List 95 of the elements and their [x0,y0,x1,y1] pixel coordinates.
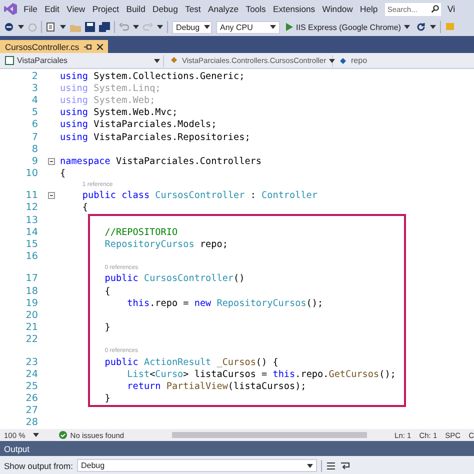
code-editor[interactable] [0,69,474,429]
line-number: 6 [30,119,39,130]
line-number: 25 [24,380,39,392]
save-icon[interactable] [85,22,95,32]
line-number: 12 [24,202,39,214]
member-dropdown[interactable]: repo [336,54,370,66]
menu-item[interactable]: View [63,4,89,14]
code-line: public CursosController() [104,273,245,284]
collapse-icon[interactable] [48,158,54,165]
menu-item[interactable]: Extensions [269,4,319,14]
menu-label[interactable]: Vi [447,4,456,14]
code-line: namespace VistaParciales.Controllers [60,156,262,167]
code-line: using System.Linq; [60,82,161,94]
horizontal-scrollbar[interactable] [172,432,367,438]
code-line: using VistaParciales.Models; [60,119,217,130]
caret-icon [204,25,210,29]
code-line: RepositoryCursos repo; [104,239,228,250]
code-line: //REPOSITORIO [104,226,178,238]
word-wrap-icon[interactable] [340,460,350,470]
output-source-dropdown[interactable]: Debug [76,459,317,472]
code-line: using VistaParciales.Repositories; [60,132,250,143]
menu-item[interactable]: Edit [41,4,64,14]
caret-icon [430,25,436,29]
line-number: 13 [24,214,39,226]
caret-icon [157,25,163,29]
menu-item[interactable]: Debug [148,4,182,14]
line-number: 9 [30,156,39,167]
line-number: 19 [24,298,39,309]
code-line: return PartialView(listaCursos); [126,380,306,392]
line-number: 22 [24,334,39,346]
code-line: } [104,322,110,334]
line-number: 8 [30,144,39,155]
line-number: 5 [30,107,39,118]
line-number: 7 [30,132,39,143]
line-number: 27 [24,405,39,416]
menu-item[interactable]: Test [181,4,204,14]
line-number: 17 [24,273,39,284]
code-line: using System.Collections.Generic; [60,70,245,82]
line-number: 24 [24,368,39,380]
caret-icon [33,433,40,437]
caret-icon [154,58,160,62]
line-number: 23 [24,356,39,368]
line-number: 20 [24,310,39,321]
caret-icon [404,25,410,29]
line-number: 18 [24,286,39,297]
collapse-icon[interactable] [48,192,54,200]
line-number: 14 [24,226,39,238]
panel-title: Output [4,444,30,454]
file-tab[interactable]: CursosController.cs [0,40,108,53]
search-icon [431,5,440,13]
caret-icon [133,25,139,29]
caret-icon [60,25,66,29]
line-number: 11 [24,190,39,202]
run-button[interactable]: IIS Express (Google Chrome) [284,22,412,32]
code-line: public class CursosController : Controller [81,190,318,202]
code-line: public ActionResult _Cursos() { [104,356,278,368]
caret-icon [270,25,276,29]
source-label: Show output from: [4,460,73,470]
line-number: 10 [24,168,39,180]
code-line: { [60,168,66,180]
menu-item[interactable]: Tools [242,4,270,14]
line-number: 4 [30,94,39,106]
play-icon [286,23,293,31]
project-dropdown[interactable]: VistaParciales [2,54,164,66]
code-line: List<Curso> listaCursos = this.repo.GetCursos(); [126,368,396,380]
caret-icon [329,58,336,62]
menu-item[interactable]: Project [88,4,123,14]
code-line: using System.Web; [60,94,156,106]
configuration-dropdown[interactable]: Debug [172,20,212,34]
line-number: 3 [30,82,39,94]
menu-item[interactable]: Build [122,4,149,14]
code-line: { [104,286,110,297]
refresh-icon[interactable] [416,22,426,32]
close-icon[interactable] [97,44,104,50]
menu-item[interactable]: Window [318,4,356,14]
caret-icon [18,25,24,29]
menu-item[interactable]: Help [356,4,382,14]
pin-icon[interactable] [84,44,92,50]
platform-dropdown[interactable]: Any CPU [216,20,280,34]
line-number: 2 [30,70,39,82]
clear-icon[interactable] [326,460,336,470]
code-line: this.repo = new RepositoryCursos(); [126,298,324,309]
code-line: { [81,202,88,214]
line-number: 26 [24,393,39,404]
line-number: 16 [24,251,39,262]
menu-item[interactable]: File [20,4,42,14]
code-line: } [104,393,110,404]
line-number: 21 [24,322,39,334]
line-number: 15 [24,239,39,250]
line-number: 28 [24,417,39,428]
menu-item[interactable]: Analyze [204,4,242,14]
app-logo-icon[interactable] [4,3,17,15]
caret-icon [306,464,313,468]
code-line: using System.Web.Mvc; [60,107,178,118]
check-icon [59,431,68,439]
